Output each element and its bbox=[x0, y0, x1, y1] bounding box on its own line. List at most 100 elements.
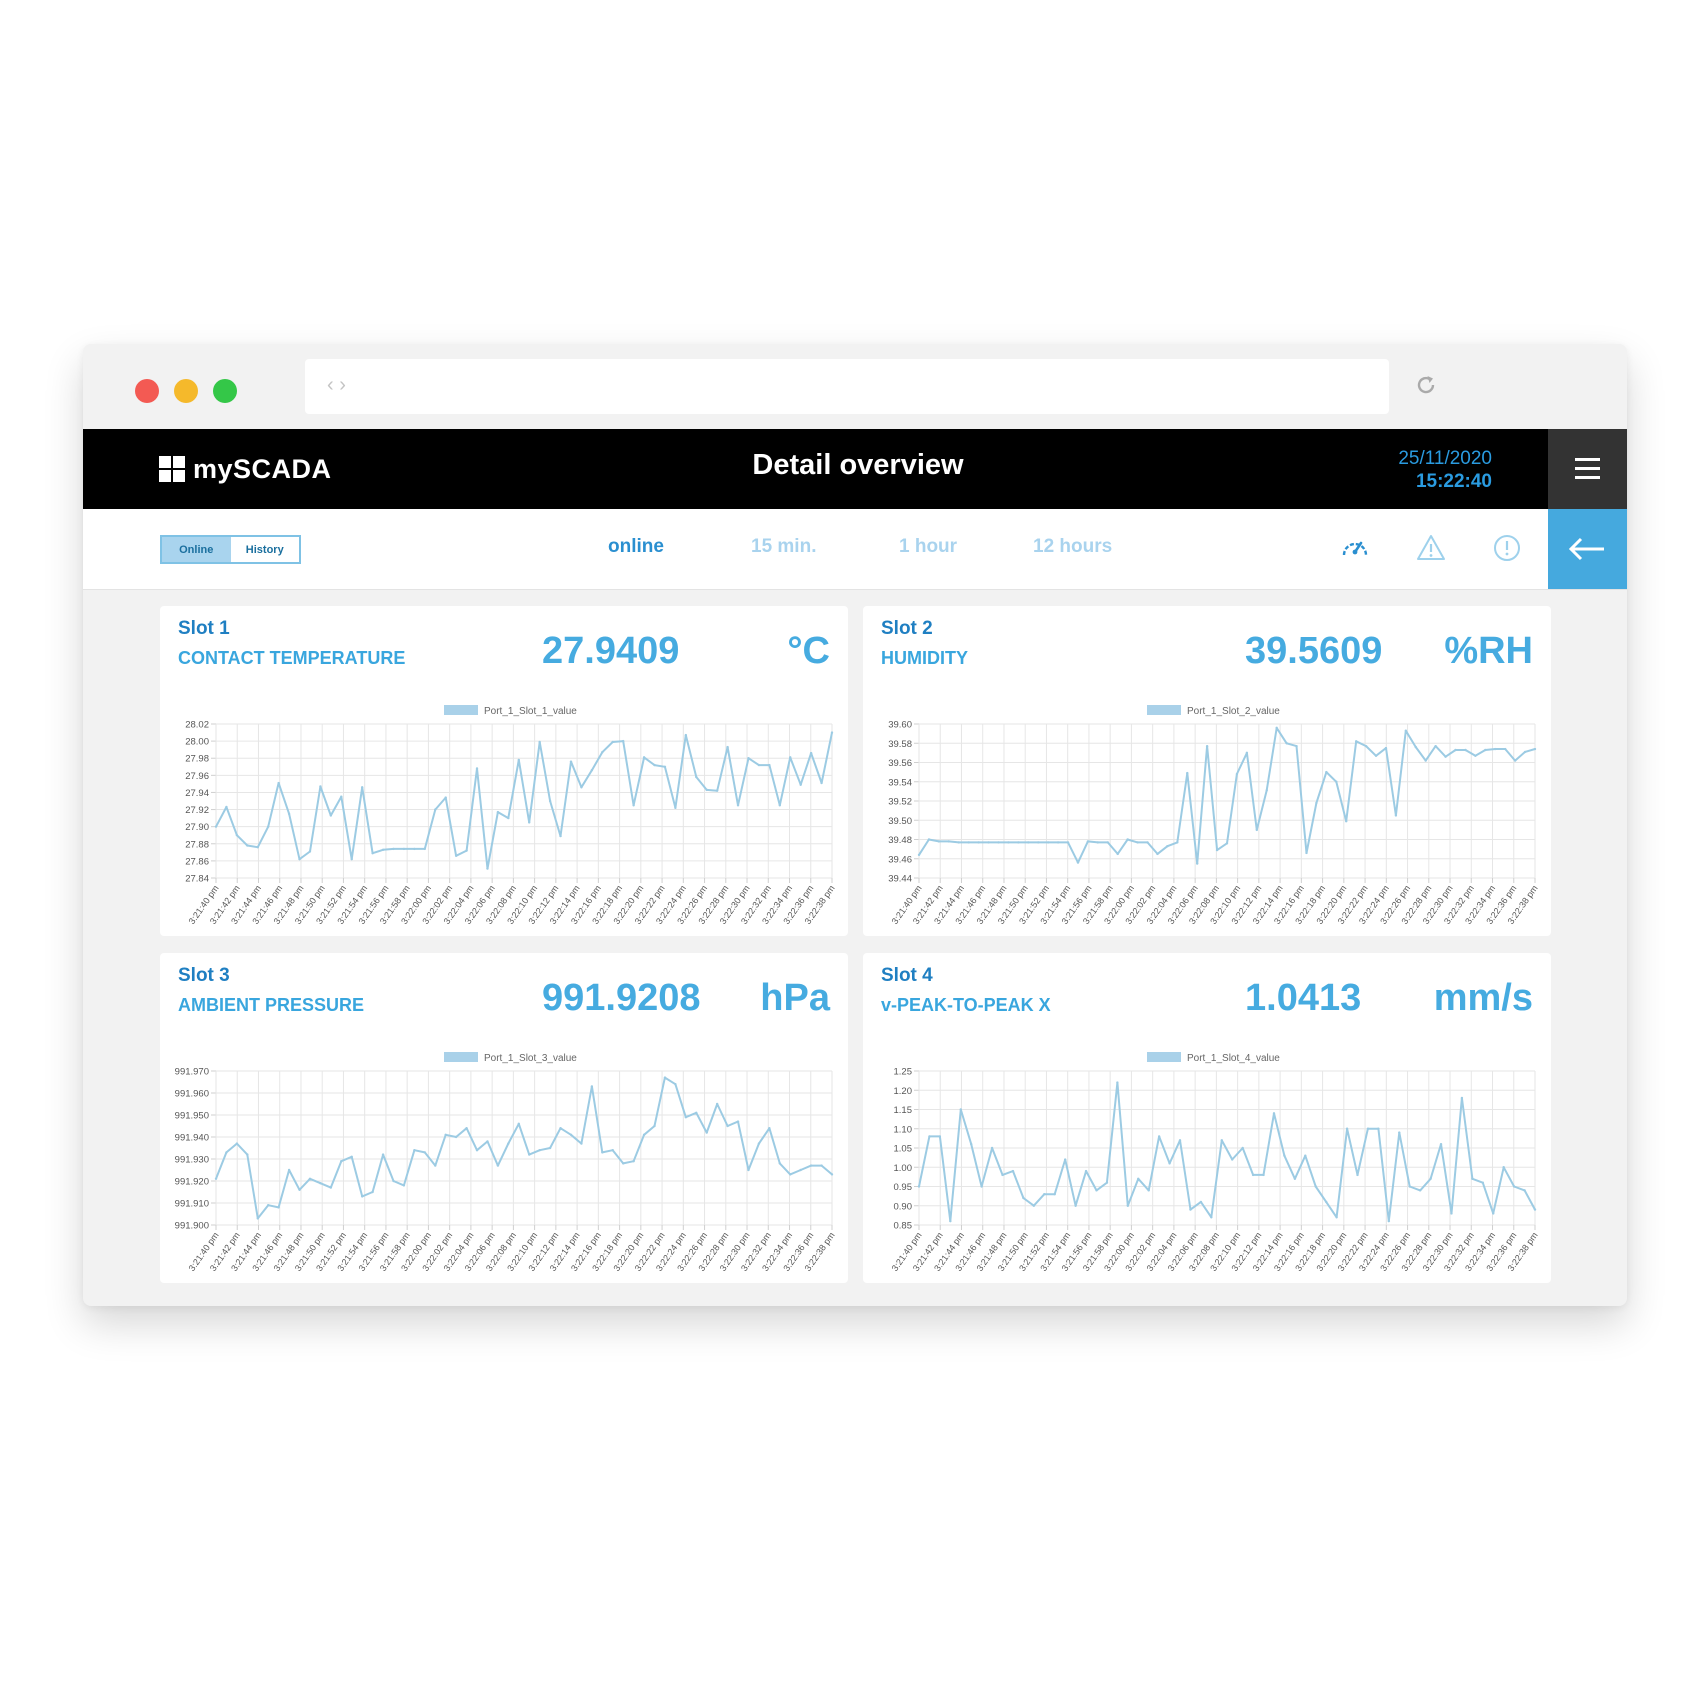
data-point bbox=[927, 838, 931, 841]
data-point bbox=[517, 758, 520, 762]
data-point bbox=[1168, 1162, 1171, 1165]
data-point bbox=[360, 1195, 364, 1198]
data-point bbox=[1272, 1112, 1276, 1115]
data-point bbox=[1345, 820, 1348, 823]
menu-button[interactable] bbox=[1548, 429, 1627, 509]
data-point bbox=[1408, 1185, 1411, 1188]
data-point bbox=[1366, 1127, 1370, 1130]
y-tick-label: 1.10 bbox=[894, 1124, 913, 1135]
data-point bbox=[1471, 1177, 1474, 1180]
data-point bbox=[538, 1149, 541, 1152]
data-point bbox=[1345, 1127, 1349, 1130]
history-toggle-button[interactable]: History bbox=[231, 537, 300, 562]
data-point bbox=[1255, 828, 1259, 832]
range-tab-online[interactable]: online bbox=[608, 536, 664, 558]
data-point bbox=[1146, 841, 1149, 844]
y-tick-label: 27.98 bbox=[185, 754, 209, 765]
data-point bbox=[726, 745, 729, 749]
warning-icon[interactable] bbox=[1416, 533, 1446, 563]
data-point bbox=[381, 848, 385, 851]
data-point bbox=[1512, 1185, 1516, 1188]
data-point bbox=[757, 763, 761, 767]
data-point bbox=[1513, 759, 1517, 762]
slot-4-panel: Slot 4 v-PEAK-TO-PEAK X 1.0413 mm/s Port… bbox=[863, 953, 1551, 1283]
y-tick-label: 991.970 bbox=[175, 1067, 209, 1078]
data-point bbox=[601, 1151, 604, 1154]
data-point bbox=[1205, 744, 1209, 748]
data-point bbox=[329, 1186, 333, 1189]
address-bar[interactable]: ‹ › bbox=[305, 359, 1389, 414]
data-point bbox=[580, 1142, 583, 1145]
menu-icon-bar bbox=[1575, 476, 1600, 479]
series-line bbox=[918, 1081, 1536, 1223]
data-point bbox=[1295, 744, 1298, 748]
back-button[interactable] bbox=[1548, 509, 1627, 589]
data-point bbox=[642, 1133, 646, 1136]
data-point bbox=[413, 1149, 416, 1152]
data-point bbox=[917, 1185, 921, 1188]
data-point bbox=[1429, 1177, 1432, 1180]
data-point bbox=[820, 781, 823, 785]
data-point bbox=[674, 1083, 677, 1086]
data-point bbox=[235, 834, 239, 837]
data-point bbox=[360, 786, 364, 789]
data-point bbox=[1502, 1166, 1505, 1169]
online-toggle-button[interactable]: Online bbox=[162, 537, 231, 562]
data-point bbox=[1063, 1158, 1067, 1161]
data-point bbox=[298, 1188, 301, 1191]
data-point bbox=[1474, 754, 1477, 757]
data-point bbox=[1364, 744, 1368, 748]
data-point bbox=[1186, 771, 1189, 775]
series-line bbox=[215, 1076, 833, 1220]
data-point bbox=[768, 1127, 771, 1130]
data-point bbox=[340, 795, 343, 798]
minimize-window-button[interactable] bbox=[174, 379, 198, 403]
maximize-window-button[interactable] bbox=[213, 379, 237, 403]
range-tab-15min[interactable]: 15 min. bbox=[751, 536, 816, 558]
data-point bbox=[1106, 841, 1109, 844]
data-point bbox=[308, 850, 312, 853]
info-icon[interactable] bbox=[1492, 533, 1522, 563]
data-point bbox=[454, 854, 458, 857]
data-point bbox=[298, 857, 301, 861]
data-point bbox=[475, 767, 479, 770]
data-point bbox=[1464, 748, 1467, 752]
data-point bbox=[1283, 1154, 1286, 1157]
data-point bbox=[1251, 1173, 1255, 1177]
range-tab-12hours[interactable]: 12 hours bbox=[1033, 536, 1112, 558]
view-toggle: Online History bbox=[160, 535, 301, 564]
data-point bbox=[663, 765, 667, 768]
data-point bbox=[789, 1173, 792, 1176]
data-point bbox=[632, 804, 635, 807]
date-text: 25/11/2020 bbox=[1398, 448, 1492, 469]
data-point bbox=[319, 785, 322, 788]
y-tick-label: 1.00 bbox=[894, 1163, 913, 1174]
data-point bbox=[569, 1133, 573, 1136]
data-point bbox=[496, 1164, 500, 1167]
data-point bbox=[246, 1153, 249, 1156]
data-point bbox=[747, 757, 750, 760]
data-point bbox=[1494, 747, 1497, 751]
legend: Port_1_Slot_3_value bbox=[444, 1052, 577, 1064]
speedometer-icon[interactable] bbox=[1340, 533, 1370, 563]
close-window-button[interactable] bbox=[135, 379, 159, 403]
back-forward-icon[interactable]: ‹ › bbox=[327, 374, 346, 397]
data-point bbox=[225, 805, 228, 809]
data-point bbox=[1418, 1189, 1422, 1192]
data-point bbox=[1116, 852, 1119, 856]
y-tick-label: 0.90 bbox=[894, 1201, 913, 1212]
data-point bbox=[246, 844, 249, 847]
data-point bbox=[559, 834, 562, 838]
reload-icon[interactable] bbox=[1413, 372, 1439, 398]
data-point bbox=[402, 847, 406, 851]
data-point bbox=[1053, 1193, 1056, 1196]
y-tick-label: 27.86 bbox=[185, 856, 209, 867]
menu-icon-bar bbox=[1575, 467, 1600, 470]
data-point bbox=[486, 1140, 489, 1143]
slot-3-panel: Slot 3 AMBIENT PRESSURE 991.9208 hPa Por… bbox=[160, 953, 848, 1283]
data-point bbox=[1523, 750, 1527, 754]
data-point bbox=[277, 1206, 280, 1209]
data-point bbox=[1305, 851, 1308, 855]
range-tab-1hour[interactable]: 1 hour bbox=[899, 536, 957, 558]
data-point bbox=[830, 731, 834, 734]
